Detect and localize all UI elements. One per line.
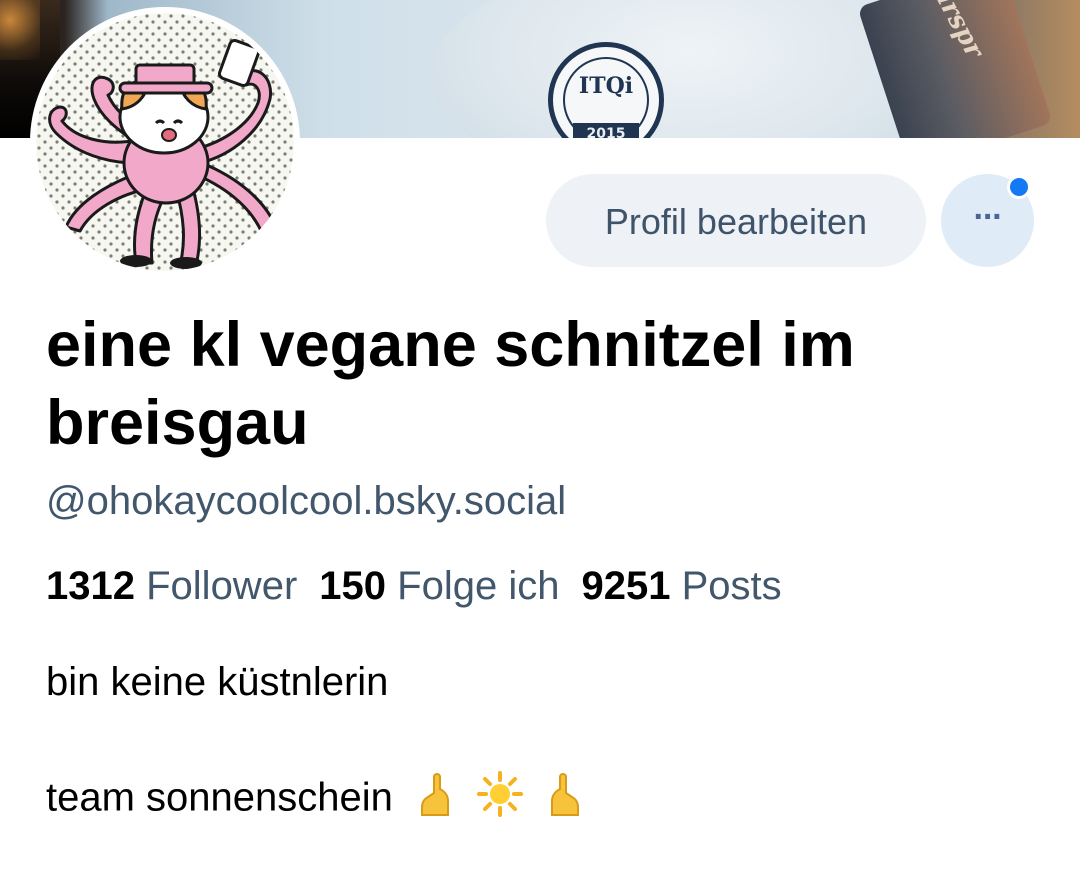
banner-badge-label: ITQi [578,73,634,99]
folded-hand-right-icon [544,771,586,829]
bio-line-1: bin keine küstnlerin [46,660,389,704]
profile-stats: 1312 Follower 150 Folge ich 9251 Posts [46,561,782,611]
banner-badge-year: 2015 [573,123,639,138]
edit-profile-button[interactable]: Profil bearbeiten [546,174,926,267]
avatar[interactable] [30,7,300,277]
banner-glow [0,0,40,60]
following-count: 150 [319,564,387,608]
profile-handle[interactable]: @ohokaycoolcool.bsky.social [46,476,566,526]
following-label: Folge ich [397,564,560,608]
profile-page: urspr ITQi 2015 Profil bearbeiten ··· ei… [0,0,1080,869]
posts-stat: 9251 Posts [581,564,781,608]
notification-dot [1007,175,1031,199]
followers-label: Follower [146,564,298,608]
avatar-image [36,13,294,271]
sun-icon [477,771,524,829]
display-name: eine kl vegane schnitzel im breisgau [46,310,855,458]
folded-hand-left-icon [414,771,456,829]
following-link[interactable]: 150 Folge ich [319,564,559,608]
bio-line-2-text: team sonnenschein [46,775,393,820]
posts-label: Posts [681,564,782,608]
bio-line-2: team sonnenschein [46,771,586,829]
followers-link[interactable]: 1312 Follower [46,564,297,608]
posts-count: 9251 [581,564,671,608]
followers-count: 1312 [46,564,135,608]
